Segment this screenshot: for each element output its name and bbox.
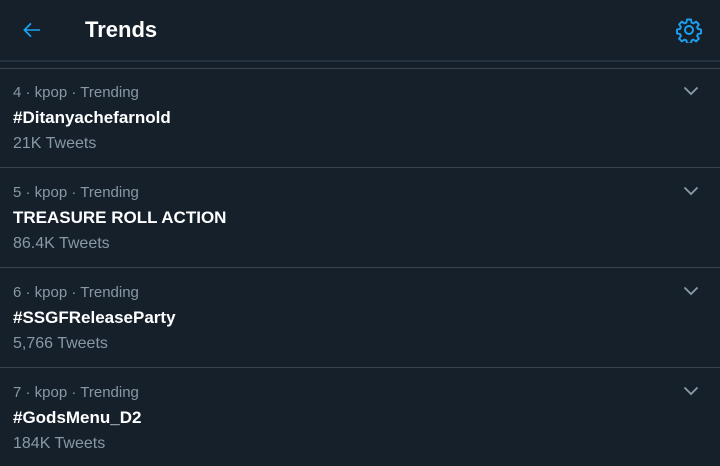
tweet-count: 21K Tweets xyxy=(13,135,97,152)
arrow-left-icon xyxy=(23,22,40,38)
trends-screen: Trends 4 · kpop · Trending #Ditanyachefa… xyxy=(0,0,720,466)
chevron-down-icon xyxy=(683,386,699,396)
trend-name[interactable]: TREASURE ROLL ACTION xyxy=(13,207,226,229)
chevron-down-icon xyxy=(683,286,699,296)
settings-button[interactable] xyxy=(671,12,707,48)
trend-menu-button[interactable] xyxy=(678,78,704,104)
back-button[interactable] xyxy=(14,12,50,48)
trend-menu-button[interactable] xyxy=(678,278,704,304)
page-title: Trends xyxy=(85,17,158,42)
trend-context: 4 · kpop · Trending xyxy=(13,84,139,101)
chevron-down-icon xyxy=(683,86,699,96)
tweet-count: 5,766 Tweets xyxy=(13,335,108,352)
trend-item[interactable]: 4 · kpop · Trending #Ditanyachefarnold 2… xyxy=(0,68,720,168)
trend-context: 7 · kpop · Trending xyxy=(13,384,139,401)
chevron-down-icon xyxy=(683,186,699,196)
trend-context: 6 · kpop · Trending xyxy=(13,284,139,301)
top-bar: Trends xyxy=(0,0,720,60)
trend-menu-button[interactable] xyxy=(678,378,704,404)
trend-name[interactable]: #Ditanyachefarnold xyxy=(13,107,171,129)
trend-menu-button[interactable] xyxy=(678,178,704,204)
trend-list: 4 · kpop · Trending #Ditanyachefarnold 2… xyxy=(0,68,720,466)
trend-item[interactable]: 7 · kpop · Trending #GodsMenu_D2 184K Tw… xyxy=(0,368,720,466)
trend-item[interactable]: 5 · kpop · Trending TREASURE ROLL ACTION… xyxy=(0,168,720,268)
tweet-count: 86.4K Tweets xyxy=(13,235,110,252)
gear-icon xyxy=(676,18,702,43)
tweet-count: 184K Tweets xyxy=(13,435,106,452)
trend-item[interactable]: 6 · kpop · Trending #SSGFReleaseParty 5,… xyxy=(0,268,720,368)
trend-context: 5 · kpop · Trending xyxy=(13,184,139,201)
trend-name[interactable]: #SSGFReleaseParty xyxy=(13,307,176,329)
trend-name[interactable]: #GodsMenu_D2 xyxy=(13,407,141,429)
